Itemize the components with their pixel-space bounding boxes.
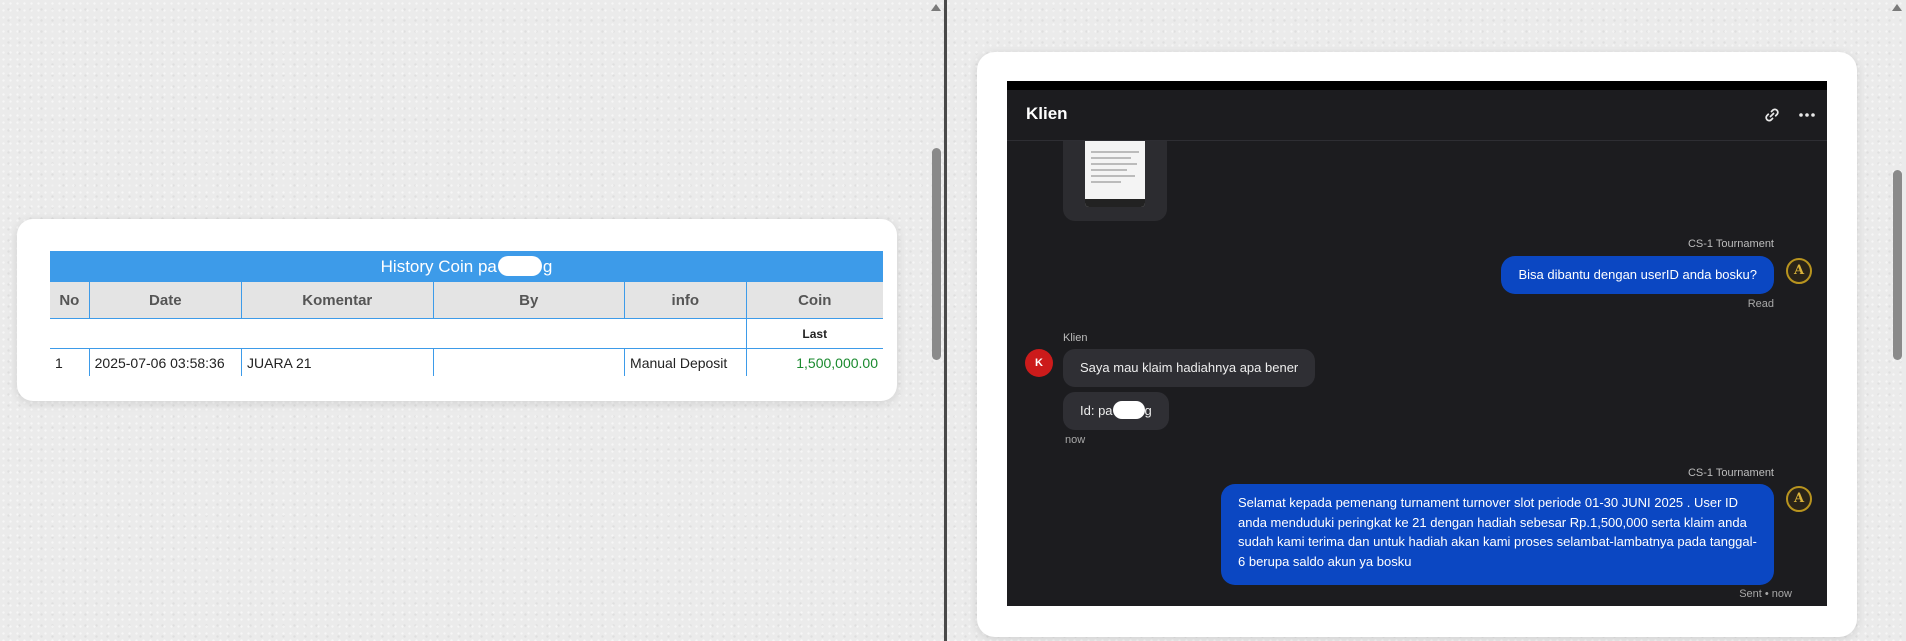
message-text: Saya mau klaim hadiahnya apa bener [1080, 360, 1299, 375]
redaction-blur [1112, 401, 1145, 419]
history-title-text: History Coin pa [380, 257, 497, 276]
scroll-up-arrow-icon[interactable] [931, 4, 941, 11]
history-coin-card: History Coin pa g No Date Komentar By inf… [17, 219, 897, 401]
cell-info: Manual Deposit [624, 348, 747, 376]
scroll-up-arrow-icon[interactable] [1892, 4, 1902, 11]
left-pane: History Coin pa g No Date Komentar By inf… [0, 0, 945, 641]
left-scrollbar-thumb[interactable] [932, 148, 941, 360]
history-coin-title: History Coin pa g [50, 251, 883, 282]
outgoing-message[interactable]: Selamat kepada pemenang turnament turnov… [1221, 484, 1774, 585]
column-header-date[interactable]: Date [89, 282, 243, 319]
redaction-blur [497, 256, 542, 276]
cell-by [433, 348, 626, 376]
cell-no: 1 [50, 348, 90, 376]
incoming-message[interactable]: Saya mau klaim hadiahnya apa bener [1063, 349, 1316, 387]
sender-name: CS-1 Tournament [1687, 238, 1774, 250]
message-status: Sent • now [1739, 588, 1792, 600]
table-row: 1 2025-07-06 03:58:36 JUARA 21 Manual De… [50, 348, 883, 376]
right-scrollbar[interactable] [1890, 0, 1904, 641]
more-icon[interactable] [1796, 104, 1818, 126]
chat-topbar [1007, 81, 1827, 90]
column-header-coin[interactable]: Coin [746, 282, 883, 319]
incoming-message[interactable]: Id: pa g [1063, 392, 1169, 430]
table-subheader-row: Last [50, 318, 883, 349]
column-header-komentar[interactable]: Komentar [241, 282, 434, 319]
right-scrollbar-thumb[interactable] [1893, 170, 1902, 360]
message-text: Bisa dibantu dengan userID anda bosku? [1518, 267, 1757, 282]
message-text: Selamat kepada pemenang turnament turnov… [1238, 495, 1757, 569]
cell-date: 2025-07-06 03:58:36 [89, 348, 243, 376]
agent-avatar[interactable]: A [1786, 486, 1812, 512]
chat-window: Klien CS-1 Tournament Bisa dibantu denga… [1007, 81, 1827, 606]
message-status: Read [1747, 298, 1774, 310]
sender-name: CS-1 Tournament [1687, 467, 1774, 479]
sender-name: Klien [1063, 332, 1088, 344]
message-text-suffix: g [1144, 403, 1152, 418]
history-coin-table: No Date Komentar By info Coin Last 1 202… [50, 282, 883, 376]
column-header-by[interactable]: By [433, 282, 626, 319]
message-text: Id: pa [1080, 403, 1113, 418]
link-icon[interactable] [1761, 104, 1783, 126]
subheader-empty [50, 318, 747, 349]
history-title-suffix: g [542, 257, 553, 276]
left-scrollbar[interactable] [929, 0, 943, 641]
cell-coin: 1,500,000.00 [796, 354, 878, 371]
client-avatar[interactable]: K [1025, 349, 1053, 377]
screenshot-thumbnail[interactable] [1085, 131, 1145, 207]
chat-title: Klien [1026, 104, 1068, 123]
outgoing-message[interactable]: Bisa dibantu dengan userID anda bosku? [1501, 256, 1774, 294]
agent-avatar[interactable]: A [1786, 258, 1812, 284]
column-header-info[interactable]: info [624, 282, 747, 319]
column-header-no[interactable]: No [50, 282, 90, 319]
cell-komentar: JUARA 21 [241, 348, 434, 376]
table-header-row: No Date Komentar By info Coin [50, 282, 883, 319]
coin-last-label: Last [746, 318, 883, 349]
message-time: now [1065, 434, 1086, 446]
chat-header: Klien [1007, 90, 1827, 141]
